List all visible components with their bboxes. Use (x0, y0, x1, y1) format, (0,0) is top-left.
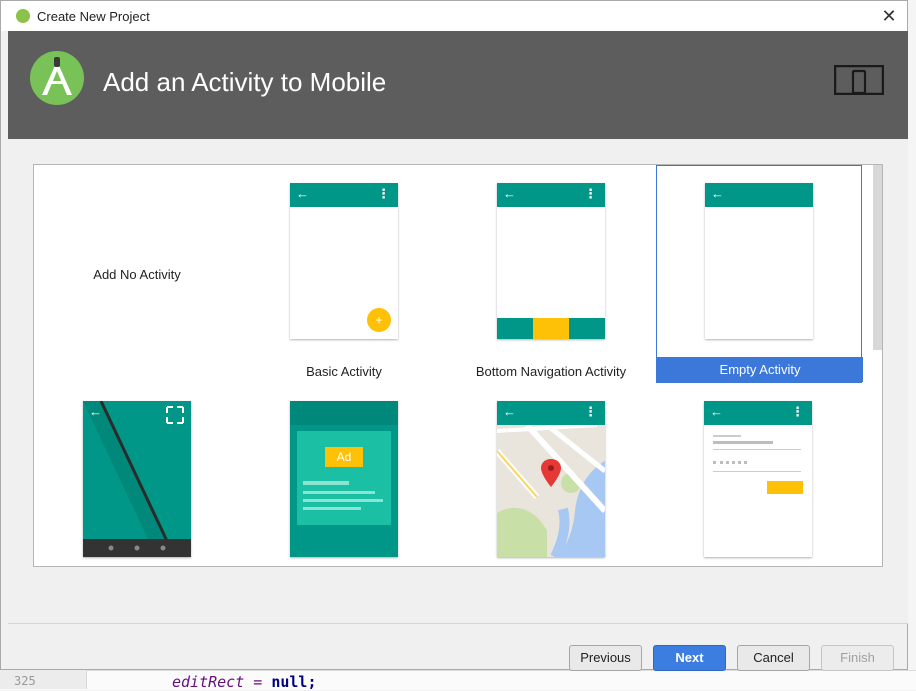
ad-card: Ad (297, 431, 391, 525)
cancel-button[interactable]: Cancel (737, 645, 810, 671)
preview-app-bar (290, 401, 398, 425)
background-editor-strip (908, 0, 916, 689)
ad-text-line (303, 491, 375, 494)
preview-app-bar: ← (705, 183, 813, 207)
overflow-menu-icon: ⋮ (791, 404, 804, 419)
activity-preview: ← (705, 183, 813, 339)
ad-text-line (303, 481, 349, 485)
overflow-menu-icon: ⋮ (584, 404, 597, 419)
title-bar: Create New Project ✕ (1, 1, 907, 31)
activity-preview: ← ⋮ (497, 183, 605, 339)
ad-text-line (303, 507, 361, 510)
login-form-line (713, 471, 801, 472)
back-arrow-icon: ← (89, 404, 102, 419)
next-button[interactable]: Next (653, 645, 726, 671)
overflow-menu-icon: ⋮ (377, 186, 390, 201)
finish-button[interactable]: Finish (821, 645, 894, 671)
wizard-content: Add No Activity ← ⋮ + Basic Activity ← ⋮ (8, 139, 908, 623)
activity-tile-basic[interactable]: ← ⋮ + Basic Activity (241, 165, 447, 383)
window-title: Create New Project (37, 9, 150, 24)
wizard-header: Add an Activity to Mobile (8, 31, 908, 139)
activity-label: Basic Activity (306, 364, 382, 379)
activity-label: Add No Activity (93, 267, 181, 282)
activity-tile-admob[interactable]: Ad (241, 383, 447, 566)
login-form-line (713, 435, 741, 437)
bottom-nav-bar (497, 318, 605, 339)
activity-tile-bottom-navigation[interactable]: ← ⋮ Bottom Navigation Activity (448, 165, 654, 383)
activity-label: Empty Activity (657, 357, 863, 382)
login-form-line (713, 441, 773, 444)
activity-preview: ← ⋮ (497, 401, 605, 557)
overflow-menu-icon: ⋮ (584, 186, 597, 201)
previous-button[interactable]: Previous (569, 645, 642, 671)
ad-text-line (303, 499, 383, 502)
preview-app-bar: ← ⋮ (290, 183, 398, 207)
android-studio-icon (30, 51, 84, 105)
background-code: editRect = null; (172, 673, 317, 691)
line-number: 325 (14, 674, 36, 688)
page-title: Add an Activity to Mobile (103, 67, 387, 97)
activity-preview: Ad (290, 401, 398, 557)
ad-badge: Ad (325, 447, 363, 467)
login-password-dots (713, 461, 747, 467)
back-arrow-icon: ← (503, 186, 516, 201)
close-icon[interactable]: ✕ (877, 4, 901, 28)
preview-app-bar: ← ⋮ (704, 401, 812, 425)
login-form-line (713, 449, 801, 450)
bottom-nav-active-item (533, 318, 569, 339)
activity-tile-fullscreen[interactable]: ← (34, 383, 240, 566)
activity-gallery: Add No Activity ← ⋮ + Basic Activity ← ⋮ (33, 164, 883, 567)
preview-app-bar: ← ⋮ (497, 401, 605, 425)
activity-preview: ← ⋮ + (290, 183, 398, 339)
activity-tile-empty[interactable]: ← Empty Activity (656, 165, 863, 383)
activity-tile-login[interactable]: ← ⋮ (656, 383, 862, 566)
fullscreen-preview-art (83, 401, 191, 557)
activity-preview: ← (83, 401, 191, 557)
line-number-gutter: 325 (0, 670, 87, 689)
login-button-preview (767, 481, 803, 494)
back-arrow-icon: ← (710, 404, 723, 419)
create-project-dialog: Create New Project ✕ Add an Activity to … (0, 0, 908, 671)
android-studio-small-icon (16, 9, 30, 23)
gallery-scrollbar[interactable] (873, 165, 882, 350)
background-editor-line (0, 670, 916, 690)
activity-tile-no-activity[interactable]: Add No Activity (34, 165, 240, 383)
preview-app-bar: ← ⋮ (497, 183, 605, 207)
back-arrow-icon: ← (503, 404, 516, 419)
activity-preview: ← ⋮ (704, 401, 812, 557)
back-arrow-icon: ← (711, 186, 724, 201)
back-arrow-icon: ← (296, 186, 309, 201)
fab-icon: + (367, 308, 391, 332)
phone-tablet-icon (834, 65, 884, 95)
activity-tile-maps[interactable]: ← ⋮ (448, 383, 654, 566)
footer-divider (8, 623, 908, 624)
activity-label: Bottom Navigation Activity (475, 364, 627, 379)
